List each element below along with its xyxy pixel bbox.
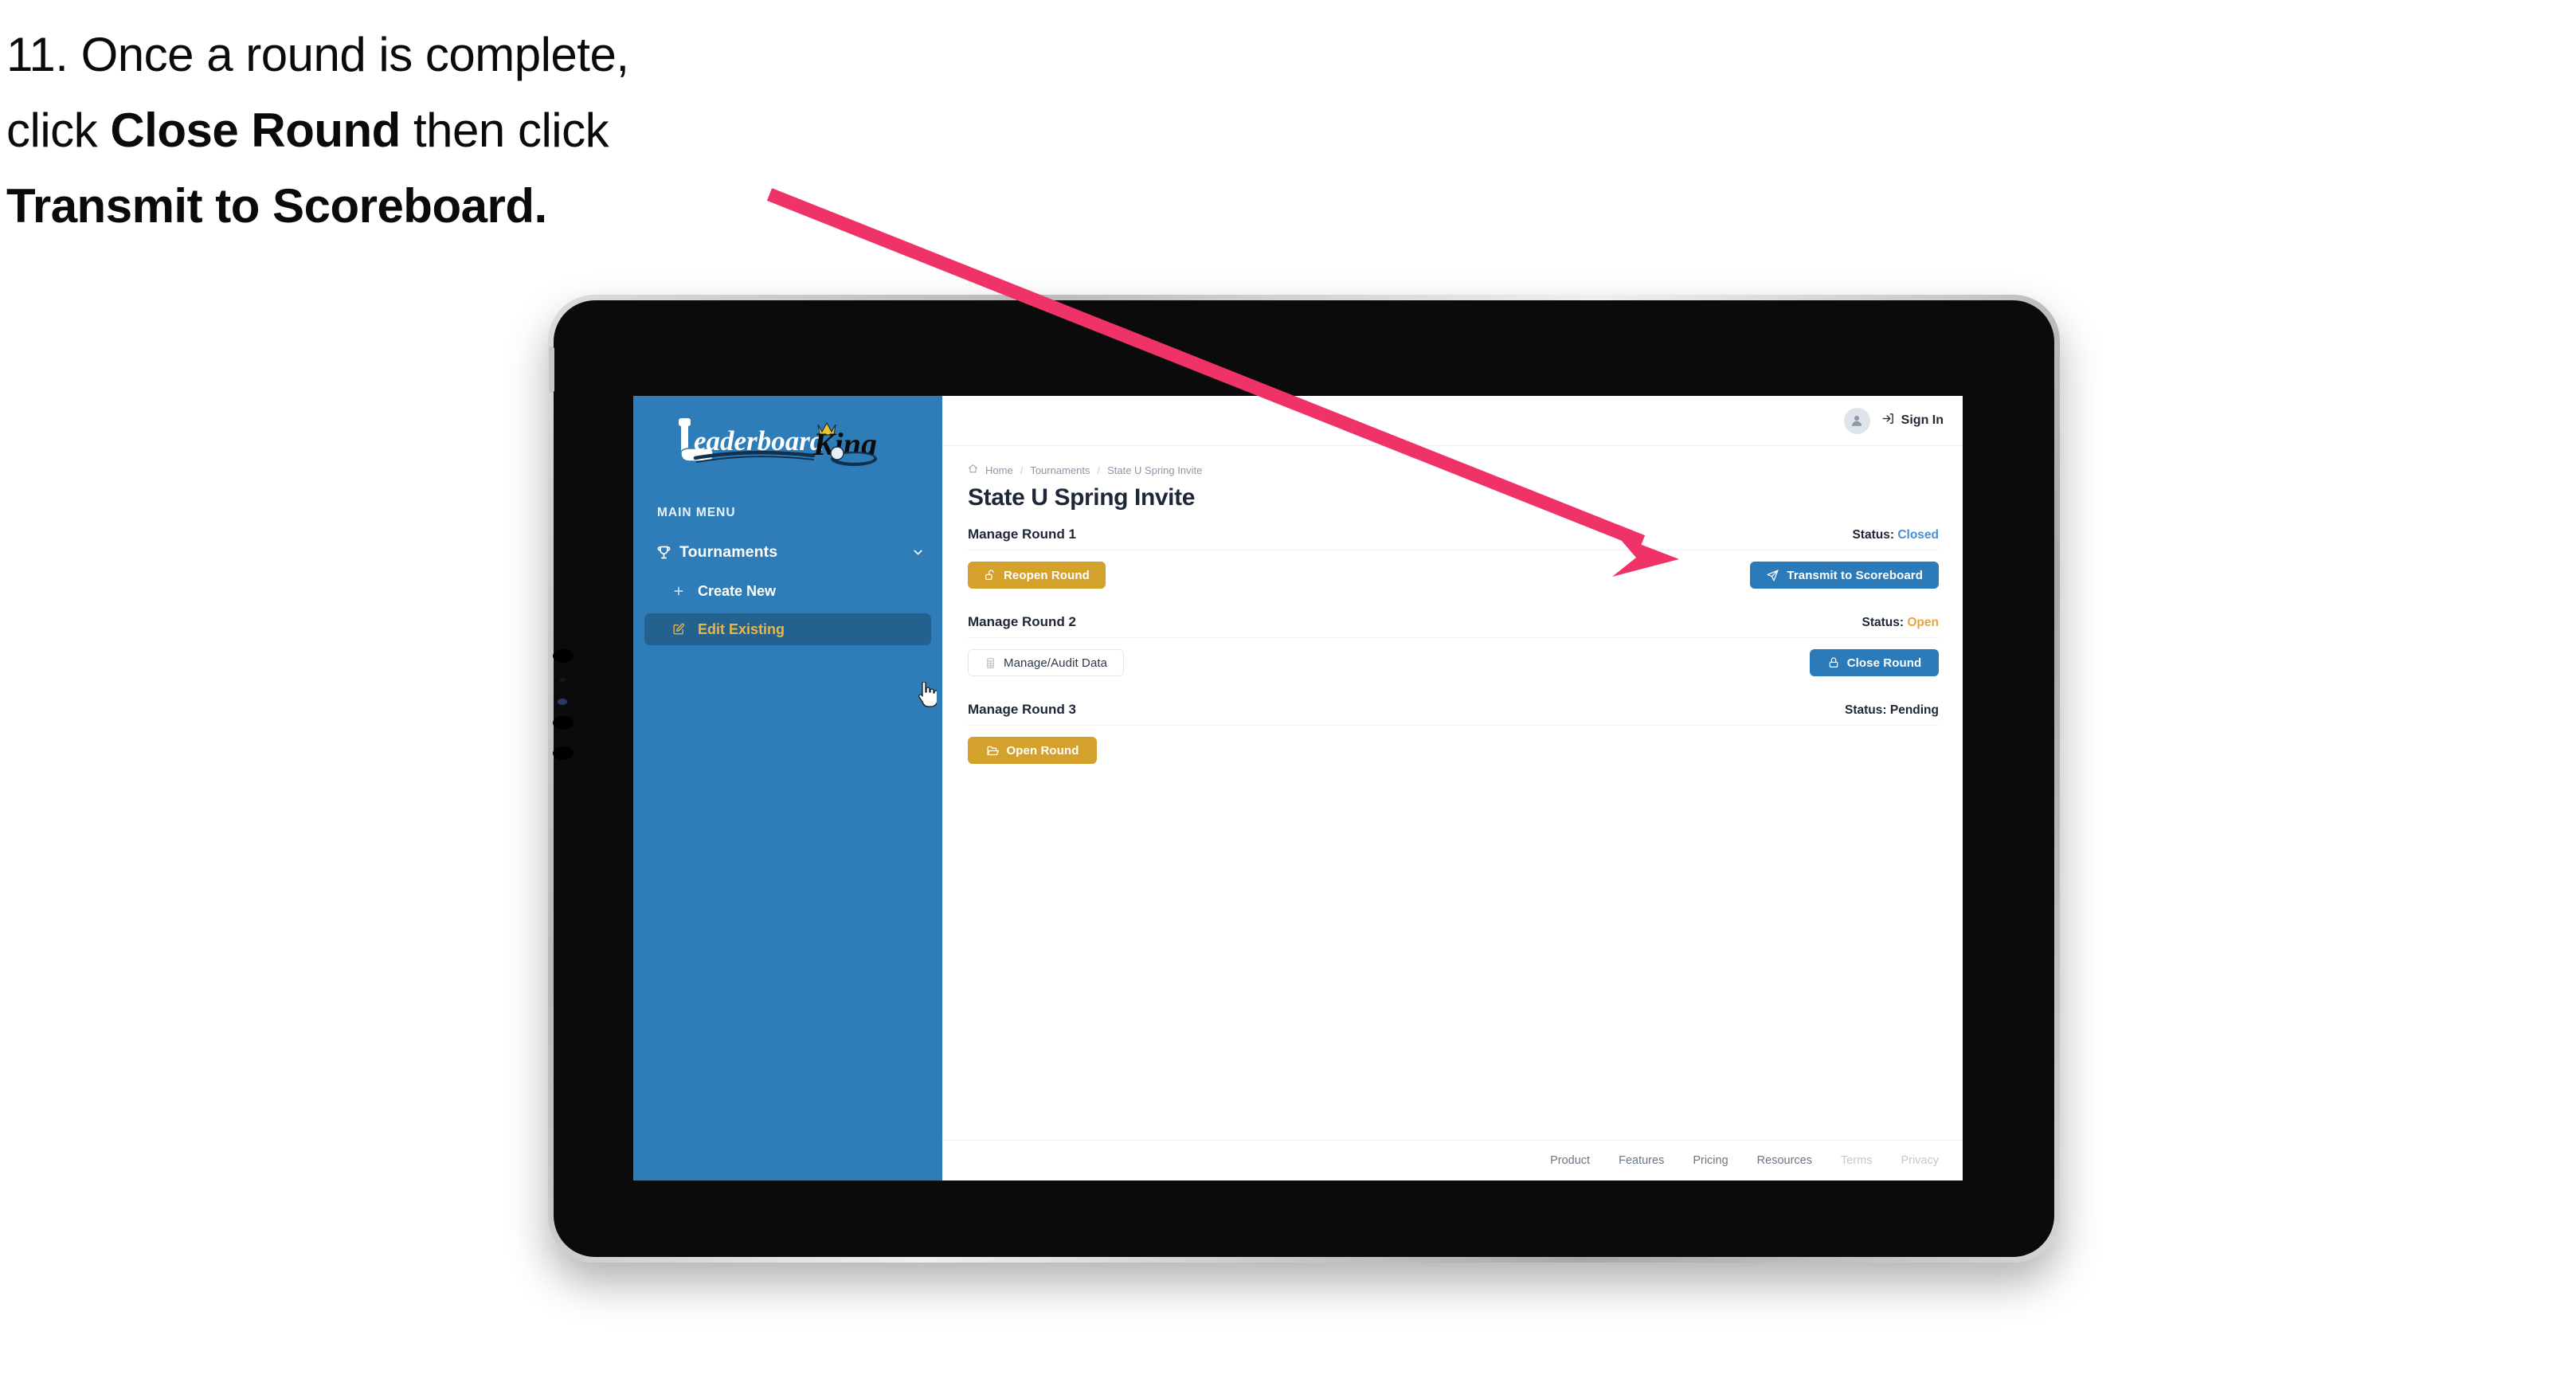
breadcrumb-item-tournaments[interactable]: Tournaments [1030, 464, 1090, 476]
transmit-to-scoreboard-button[interactable]: Transmit to Scoreboard [1750, 562, 1939, 589]
status-value-2: Open [1907, 616, 1939, 629]
app-logo[interactable]: eaderboard King [633, 396, 942, 503]
footer-link-terms[interactable]: Terms [1841, 1154, 1872, 1167]
round-block-2: Manage Round 2 Status: Open Manage/Audit… [968, 614, 1939, 677]
reopen-round-label: Reopen Round [1004, 568, 1090, 582]
footer-link-privacy[interactable]: Privacy [1901, 1154, 1939, 1167]
chevron-down-icon[interactable] [911, 546, 925, 559]
sidebar-item-create-new[interactable]: Create New [644, 575, 931, 607]
sidebar-item-create-new-label: Create New [698, 582, 777, 599]
avatar[interactable] [1843, 407, 1870, 434]
sidebar-item-edit-existing[interactable]: Edit Existing [644, 613, 931, 645]
page-content: Home / Tournaments / State U Spring Invi… [942, 446, 1963, 789]
tablet-side-button-top [549, 346, 554, 393]
sidebar-item-tournaments[interactable]: Tournaments [633, 535, 942, 569]
caption-line-2: click Close Round then click [6, 93, 883, 169]
footer: Product Features Pricing Resources Terms… [942, 1140, 1963, 1180]
breadcrumb-item-current: State U Spring Invite [1107, 464, 1203, 476]
round-block-3: Manage Round 3 Status: Pending Open Roun… [968, 702, 1939, 765]
sidebar-menu-heading: MAIN MENU [657, 506, 736, 519]
close-round-button[interactable]: Close Round [1810, 649, 1939, 676]
status-badge-1: Status: Closed [1852, 528, 1939, 542]
sidebar-item-edit-existing-label: Edit Existing [698, 621, 785, 637]
status-label-1: Status: [1852, 528, 1894, 542]
status-value-3: Pending [1889, 703, 1939, 717]
caption-line-3: Transmit to Scoreboard. [6, 169, 883, 245]
main-content: Sign In Home / Tournaments / State U Spr… [942, 396, 1963, 1180]
status-label-2: Status: [1862, 616, 1905, 629]
table-grid-icon [985, 657, 996, 669]
send-icon [1766, 569, 1779, 582]
leaderboard-king-logo-icon: eaderboard King [679, 418, 877, 466]
round-title-3: Manage Round 3 [968, 702, 1077, 717]
close-round-label: Close Round [1846, 656, 1922, 670]
caption-line-2-pre: click [6, 103, 111, 157]
round-actions-1: Reopen Round Transmit to Scoreboard [968, 550, 1939, 589]
round-title-1: Manage Round 1 [968, 527, 1077, 542]
top-bar: Sign In [942, 396, 1963, 446]
tablet-sensor-5 [553, 746, 574, 760]
unlock-icon [984, 569, 996, 581]
breadcrumb-separator: / [1097, 464, 1101, 476]
footer-link-pricing[interactable]: Pricing [1693, 1154, 1728, 1167]
tablet-sensor-2 [559, 678, 566, 682]
transmit-to-scoreboard-label: Transmit to Scoreboard [1787, 568, 1923, 582]
lock-icon [1827, 656, 1840, 669]
round-header-3: Manage Round 3 Status: Pending [968, 702, 1939, 726]
tablet-sensor-3 [558, 699, 567, 705]
tablet-device: eaderboard King MAIN MENU Tournaments Cr… [548, 295, 2060, 1263]
sign-in-icon [1881, 412, 1895, 429]
round-actions-3: Open Round [968, 726, 1939, 765]
breadcrumb-item-home[interactable]: Home [985, 464, 1013, 476]
open-folder-icon [986, 744, 1000, 758]
sign-in-label: Sign In [1901, 413, 1944, 427]
instruction-caption: 11. Once a round is complete, click Clos… [6, 18, 883, 244]
status-badge-2: Status: Open [1862, 616, 1939, 630]
status-label-3: Status: [1845, 703, 1887, 717]
breadcrumb-separator: / [1020, 464, 1024, 476]
caption-line-2-bold: Close Round [110, 103, 401, 157]
sidebar: eaderboard King MAIN MENU Tournaments Cr… [633, 396, 942, 1180]
home-icon[interactable] [968, 464, 978, 476]
sign-in-button[interactable]: Sign In [1881, 412, 1944, 429]
footer-link-resources[interactable]: Resources [1757, 1154, 1812, 1167]
caption-line-3-bold: Transmit to Scoreboard. [6, 178, 547, 233]
trophy-icon [656, 544, 676, 561]
page-title: State U Spring Invite [968, 484, 1195, 511]
status-value-1: Closed [1897, 528, 1939, 542]
caption-line-2-post: then click [400, 103, 609, 157]
caption-line-1: 11. Once a round is complete, [6, 18, 883, 93]
tablet-sensor-1 [553, 649, 574, 663]
plus-icon [668, 585, 689, 597]
footer-link-features[interactable]: Features [1619, 1154, 1664, 1167]
round-header-1: Manage Round 1 Status: Closed [968, 527, 1939, 550]
round-header-2: Manage Round 2 Status: Open [968, 614, 1939, 638]
round-block-1: Manage Round 1 Status: Closed Reopen Rou… [968, 527, 1939, 589]
breadcrumb: Home / Tournaments / State U Spring Invi… [968, 464, 1939, 476]
manage-audit-data-label: Manage/Audit Data [1004, 656, 1108, 670]
tablet-screen: eaderboard King MAIN MENU Tournaments Cr… [633, 396, 1963, 1180]
round-title-2: Manage Round 2 [968, 614, 1077, 629]
open-round-label: Open Round [1006, 743, 1079, 758]
user-avatar-icon [1852, 416, 1862, 426]
footer-link-product[interactable]: Product [1550, 1154, 1590, 1167]
open-round-button[interactable]: Open Round [968, 737, 1097, 764]
round-actions-2: Manage/Audit Data Close Round [968, 638, 1939, 677]
edit-icon [668, 623, 689, 636]
reopen-round-button[interactable]: Reopen Round [968, 562, 1106, 589]
caption-line-1-text: 11. Once a round is complete, [6, 28, 629, 81]
tablet-sensor-4 [553, 716, 574, 730]
status-badge-3: Status: Pending [1845, 703, 1939, 718]
manage-audit-data-button[interactable]: Manage/Audit Data [968, 649, 1125, 676]
sidebar-item-tournaments-label: Tournaments [679, 542, 778, 561]
